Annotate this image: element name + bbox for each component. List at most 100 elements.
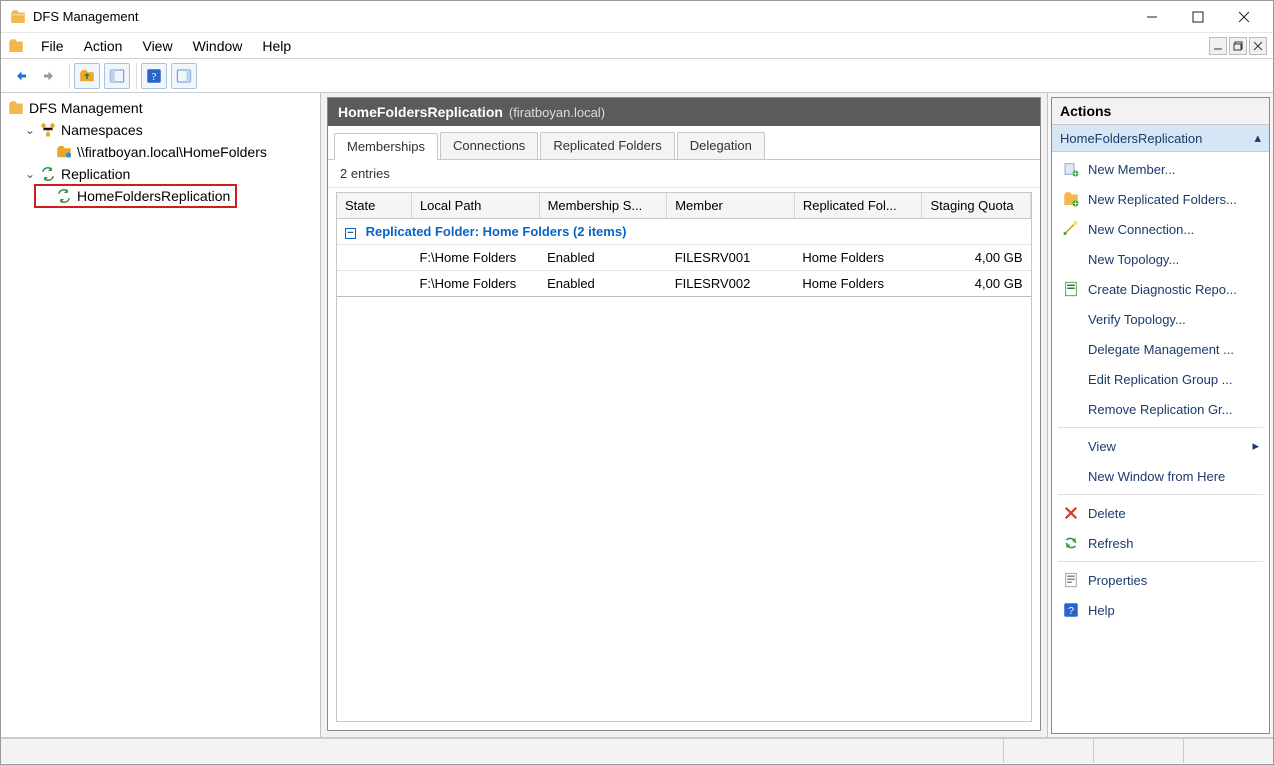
tree-pane[interactable]: DFS Management ⌄ Namespaces \\firatboyan…: [1, 93, 321, 737]
collapse-arrow-icon[interactable]: ▴: [1254, 130, 1261, 146]
forward-button[interactable]: [37, 63, 63, 89]
mdi-minimize-button[interactable]: [1209, 37, 1227, 55]
action-new-connection[interactable]: New Connection...: [1052, 214, 1269, 244]
action-view[interactable]: View ▸: [1052, 431, 1269, 461]
col-member[interactable]: Member: [667, 193, 795, 219]
tree-replication-group-label: HomeFoldersReplication: [77, 188, 230, 204]
cell-replicated-folder: Home Folders: [794, 245, 922, 271]
minimize-button[interactable]: [1129, 2, 1175, 32]
tab-memberships[interactable]: Memberships: [334, 133, 438, 160]
action-label: Verify Topology...: [1088, 312, 1186, 327]
actions-context-label: HomeFoldersReplication: [1060, 131, 1202, 146]
action-delegate-management[interactable]: Delegate Management ...: [1052, 334, 1269, 364]
group-row[interactable]: − Replicated Folder: Home Folders (2 ite…: [337, 219, 1031, 245]
collapse-icon[interactable]: −: [345, 228, 356, 239]
action-new-replicated-folders[interactable]: New Replicated Folders...: [1052, 184, 1269, 214]
col-replicated-folder[interactable]: Replicated Fol...: [794, 193, 922, 219]
up-folder-button[interactable]: [74, 63, 100, 89]
tree-namespace-item[interactable]: \\firatboyan.local\HomeFolders: [35, 141, 318, 163]
tree-root[interactable]: DFS Management: [3, 97, 318, 119]
tree-namespaces-label: Namespaces: [61, 122, 143, 138]
back-button[interactable]: [7, 63, 33, 89]
mmc-icon: [7, 37, 25, 55]
action-label: Help: [1088, 603, 1115, 618]
tab-replicated-folders[interactable]: Replicated Folders: [540, 132, 674, 159]
details-title: HomeFoldersReplication: [338, 104, 503, 120]
actions-title: Actions: [1052, 98, 1269, 125]
col-membership-status[interactable]: Membership S...: [539, 193, 667, 219]
menu-view[interactable]: View: [132, 35, 182, 57]
action-create-diagnostic-report[interactable]: Create Diagnostic Repo...: [1052, 274, 1269, 304]
chevron-down-icon[interactable]: ⌄: [23, 123, 37, 137]
action-new-topology[interactable]: New Topology...: [1052, 244, 1269, 274]
actions-pane: Actions HomeFoldersReplication ▴ New Mem…: [1048, 93, 1273, 737]
actions-context[interactable]: HomeFoldersReplication ▴: [1052, 125, 1269, 152]
show-hide-tree-button[interactable]: [104, 63, 130, 89]
action-label: New Replicated Folders...: [1088, 192, 1237, 207]
blank-icon: [1062, 370, 1080, 388]
mdi-restore-button[interactable]: [1229, 37, 1247, 55]
cell-staging-quota: 4,00 GB: [922, 271, 1031, 297]
cell-member: FILESRV002: [667, 271, 795, 297]
tab-connections[interactable]: Connections: [440, 132, 538, 159]
chevron-down-icon[interactable]: ⌄: [23, 167, 37, 181]
memberships-grid[interactable]: State Local Path Membership S... Member …: [337, 193, 1031, 297]
tree-root-label: DFS Management: [29, 100, 143, 116]
table-row[interactable]: F:\Home Folders Enabled FILESRV001 Home …: [337, 245, 1031, 271]
status-cell-2: [1093, 739, 1183, 763]
action-label: New Window from Here: [1088, 469, 1225, 484]
tree-namespaces[interactable]: ⌄ Namespaces: [19, 119, 318, 141]
cell-membership-status: Enabled: [539, 245, 667, 271]
replication-icon: [39, 165, 57, 183]
blank-icon: [1062, 340, 1080, 358]
grid-header-row: State Local Path Membership S... Member …: [337, 193, 1031, 219]
tree-replication[interactable]: ⌄ Replication: [19, 163, 318, 185]
action-label: New Topology...: [1088, 252, 1179, 267]
action-refresh[interactable]: Refresh: [1052, 528, 1269, 558]
col-state[interactable]: State: [337, 193, 411, 219]
blank-icon: [1062, 250, 1080, 268]
cell-state: [337, 245, 411, 271]
cell-member: FILESRV001: [667, 245, 795, 271]
tree-replication-label: Replication: [61, 166, 130, 182]
action-new-member[interactable]: New Member...: [1052, 154, 1269, 184]
action-label: Edit Replication Group ...: [1088, 372, 1233, 387]
help-button[interactable]: ?: [141, 63, 167, 89]
action-help[interactable]: ? Help: [1052, 595, 1269, 625]
help-icon: ?: [1062, 601, 1080, 619]
show-actions-button[interactable]: [171, 63, 197, 89]
menu-window[interactable]: Window: [183, 35, 253, 57]
tree-replication-group[interactable]: HomeFoldersReplication: [35, 185, 236, 207]
tab-delegation[interactable]: Delegation: [677, 132, 765, 159]
statusbar: [1, 738, 1273, 763]
action-edit-replication-group[interactable]: Edit Replication Group ...: [1052, 364, 1269, 394]
chevron-right-icon: ▸: [1252, 438, 1259, 454]
blank-icon: [1062, 400, 1080, 418]
menubar: File Action View Window Help: [1, 33, 1273, 59]
blank-icon: [1062, 467, 1080, 485]
titlebar: DFS Management: [1, 1, 1273, 33]
divider: [1058, 561, 1263, 562]
details-context: (firatboyan.local): [509, 105, 605, 120]
blank-icon: [1062, 310, 1080, 328]
close-button[interactable]: [1221, 2, 1267, 32]
col-staging-quota[interactable]: Staging Quota: [922, 193, 1031, 219]
menu-file[interactable]: File: [31, 35, 74, 57]
table-row[interactable]: F:\Home Folders Enabled FILESRV002 Home …: [337, 271, 1031, 297]
action-new-window[interactable]: New Window from Here: [1052, 461, 1269, 491]
mdi-close-button[interactable]: [1249, 37, 1267, 55]
action-delete[interactable]: Delete: [1052, 498, 1269, 528]
dfs-icon: [7, 99, 25, 117]
delete-icon: [1062, 504, 1080, 522]
menu-help[interactable]: Help: [252, 35, 301, 57]
menu-action[interactable]: Action: [74, 35, 133, 57]
col-local-path[interactable]: Local Path: [411, 193, 539, 219]
cell-local-path: F:\Home Folders: [411, 245, 539, 271]
action-remove-replication-group[interactable]: Remove Replication Gr...: [1052, 394, 1269, 424]
maximize-button[interactable]: [1175, 2, 1221, 32]
action-properties[interactable]: Properties: [1052, 565, 1269, 595]
tabstrip: Memberships Connections Replicated Folde…: [328, 126, 1040, 160]
action-verify-topology[interactable]: Verify Topology...: [1052, 304, 1269, 334]
action-label: Remove Replication Gr...: [1088, 402, 1233, 417]
connection-add-icon: [1062, 220, 1080, 238]
